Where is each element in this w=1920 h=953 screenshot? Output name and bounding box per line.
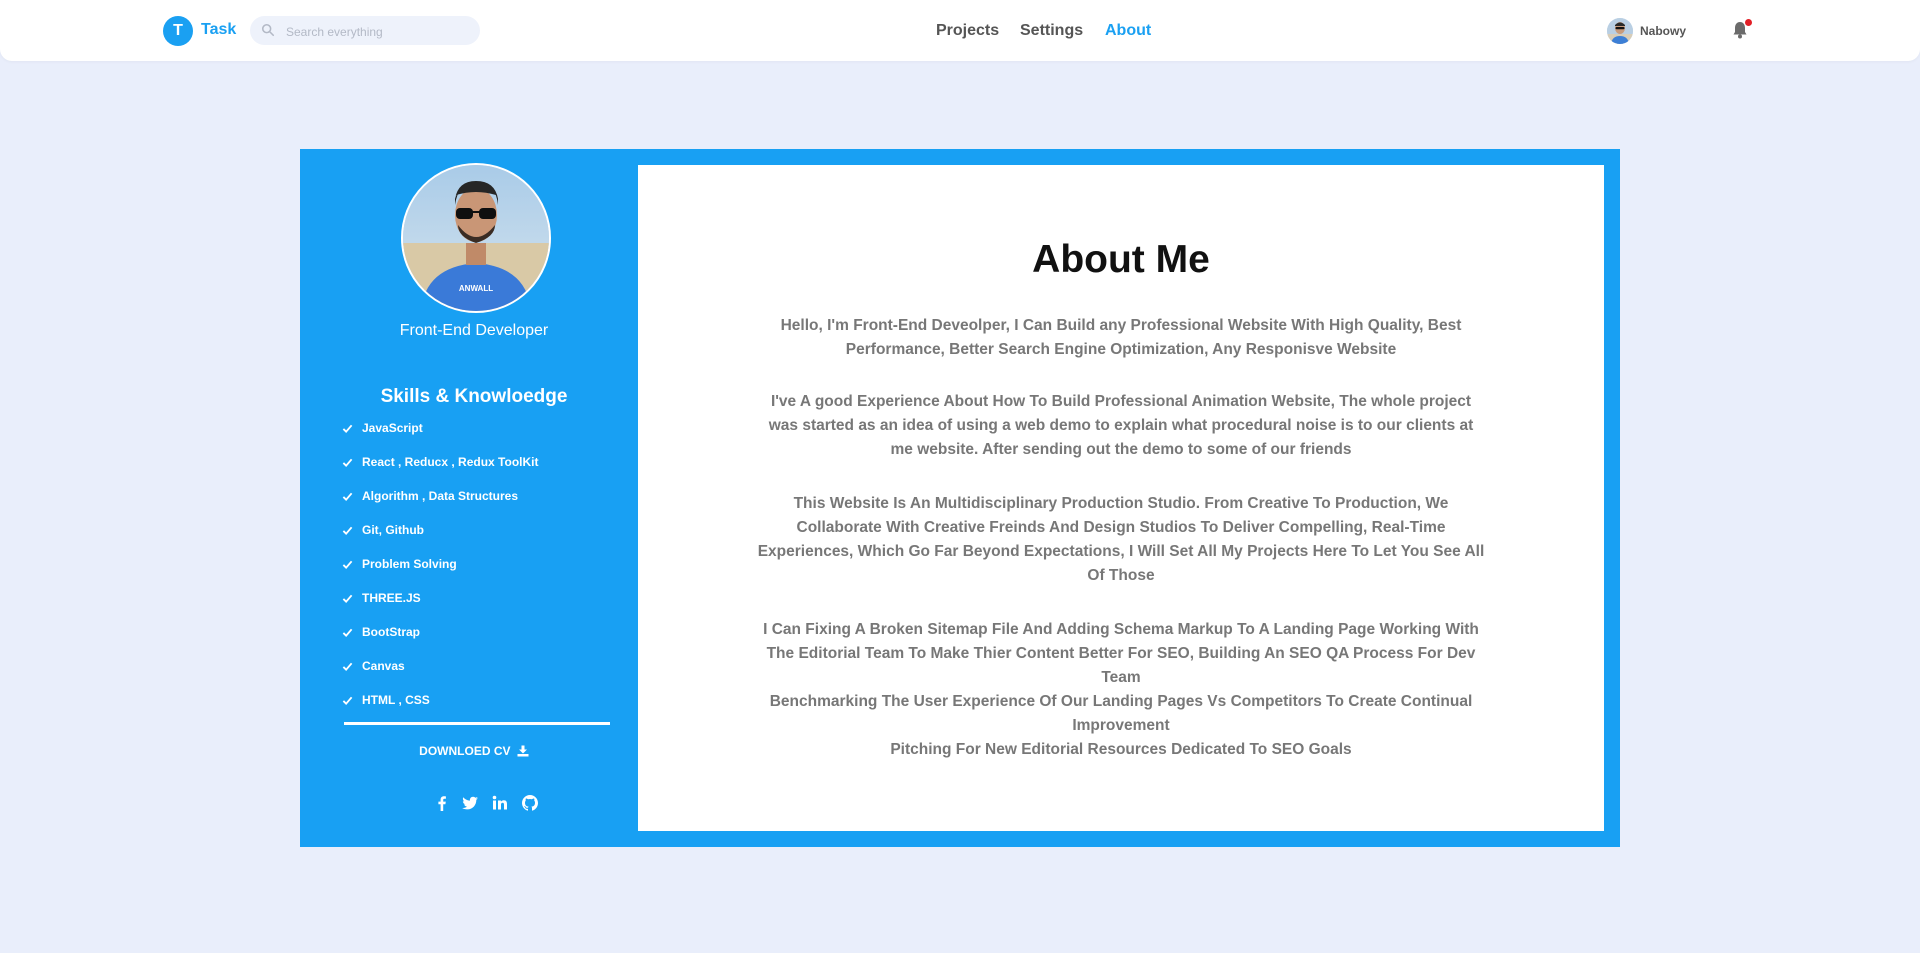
check-icon	[342, 560, 353, 569]
skill-label: React , Reducx , Redux ToolKit	[362, 455, 539, 469]
about-card: ANWALL Front-End Developer Skills & Know…	[300, 149, 1620, 847]
search-bar	[250, 16, 480, 45]
skill-item: React , Reducx , Redux ToolKit	[342, 445, 538, 479]
about-paragraph: I've A good Experience About How To Buil…	[768, 393, 1474, 458]
profile-photo: ANWALL	[401, 163, 551, 313]
check-icon	[342, 628, 353, 637]
notification-dot	[1745, 19, 1752, 26]
nav-projects[interactable]: Projects	[936, 22, 999, 40]
skill-item: HTML , CSS	[342, 683, 538, 717]
skill-label: Canvas	[362, 659, 405, 673]
skill-label: THREE.JS	[362, 591, 421, 605]
brand-name[interactable]: Task	[201, 21, 236, 39]
app-logo[interactable]: T	[163, 16, 193, 46]
user-avatar[interactable]	[1607, 18, 1633, 44]
twitter-icon[interactable]	[461, 794, 479, 812]
skill-label: JavaScript	[362, 421, 423, 435]
about-paragraph: Hello, I'm Front-End Deveolper, I Can Bu…	[780, 317, 1462, 358]
skill-item: THREE.JS	[342, 581, 538, 615]
nav-settings[interactable]: Settings	[1020, 22, 1083, 40]
skill-item: Canvas	[342, 649, 538, 683]
skill-label: Git, Github	[362, 523, 424, 537]
download-cv-label: DOWNLOED CV	[419, 744, 511, 758]
download-icon	[517, 745, 529, 757]
check-icon	[342, 458, 353, 467]
skills-heading: Skills & Knowloedge	[380, 386, 568, 407]
skills-list: JavaScript React , Reducx , Redux ToolKi…	[342, 411, 538, 717]
skill-item: Git, Github	[342, 513, 538, 547]
about-content-panel: About Me Hello, I'm Front-End Deveolper,…	[638, 165, 1604, 831]
skill-item: BootStrap	[342, 615, 538, 649]
linkedin-icon[interactable]	[491, 794, 509, 812]
skill-label: Problem Solving	[362, 557, 457, 571]
check-icon	[342, 696, 353, 705]
skill-item: Problem Solving	[342, 547, 538, 581]
download-cv-button[interactable]: DOWNLOED CV	[300, 744, 648, 758]
role-title: Front-End Developer	[399, 322, 549, 339]
skill-label: BootStrap	[362, 625, 420, 639]
skill-item: JavaScript	[342, 411, 538, 445]
search-input[interactable]	[284, 21, 468, 43]
shirt-text: ANWALL	[459, 284, 493, 293]
about-paragraph: I Can Fixing A Broken Sitemap File And A…	[763, 621, 1479, 686]
divider	[344, 722, 610, 725]
skill-label: HTML , CSS	[362, 693, 430, 707]
about-paragraph: This Website Is An Multidisciplinary Pro…	[757, 495, 1485, 584]
about-paragraph: Pitching For New Editorial Resources Ded…	[890, 741, 1352, 758]
nav-about[interactable]: About	[1105, 22, 1151, 40]
about-title: About Me	[1032, 238, 1210, 281]
check-icon	[342, 424, 353, 433]
skill-item: Algorithm , Data Structures	[342, 479, 538, 513]
check-icon	[342, 662, 353, 671]
github-icon[interactable]	[521, 794, 539, 812]
check-icon	[342, 594, 353, 603]
facebook-icon[interactable]	[433, 794, 451, 812]
check-icon	[342, 526, 353, 535]
skill-label: Algorithm , Data Structures	[362, 489, 519, 503]
search-icon	[261, 23, 275, 37]
check-icon	[342, 492, 353, 501]
user-name[interactable]: Nabowy	[1640, 24, 1686, 38]
top-navbar: T Task Projects Settings About Nabowy	[0, 0, 1920, 61]
about-paragraph: Benchmarking The User Experience Of Our …	[769, 693, 1473, 734]
